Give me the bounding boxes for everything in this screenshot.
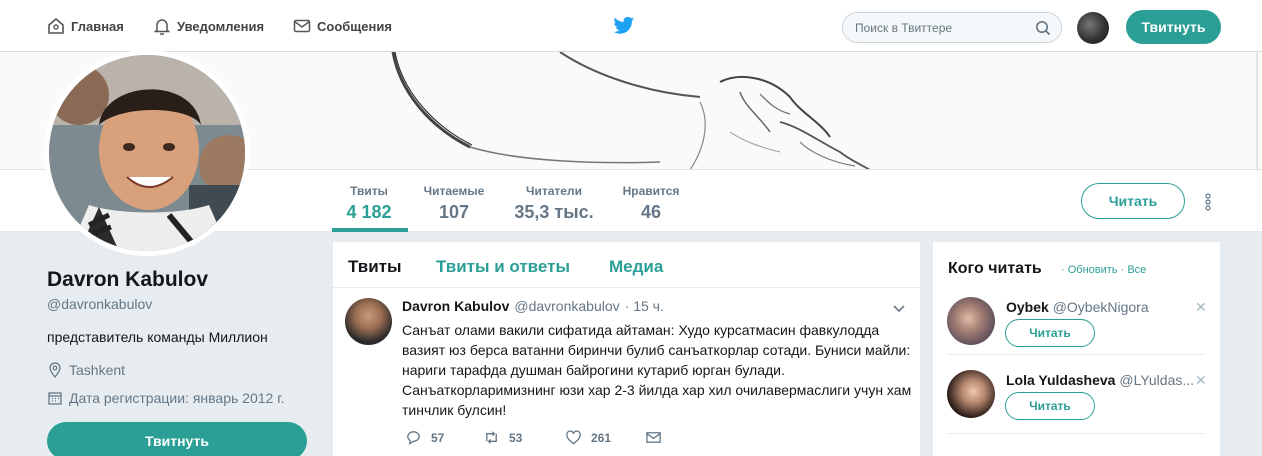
stat-likes-label: Нравится [622, 184, 680, 198]
who-to-follow-title: Кого читать [948, 260, 1042, 277]
tweet-author-name[interactable]: Davron Kabulov [402, 298, 509, 314]
calendar-icon [48, 392, 62, 405]
tweet-author-avatar[interactable] [345, 298, 392, 345]
profile-location-text: Tashkent [69, 362, 126, 378]
stat-following-label: Читаемые [423, 184, 485, 198]
stat-likes[interactable]: Нравится 46 [617, 184, 685, 223]
dismiss-icon[interactable]: ✕ [1195, 372, 1207, 389]
suggested-user-avatar[interactable] [947, 297, 995, 345]
view-all-link[interactable]: Все [1127, 264, 1146, 276]
reply-count: 57 [431, 430, 445, 445]
reply-action[interactable]: 57 [405, 429, 483, 446]
home-icon [48, 17, 64, 34]
search-box[interactable] [842, 12, 1062, 43]
profile-bio: представитель команды Миллион [47, 329, 268, 345]
who-to-follow-links: · Обновить · Все [1061, 264, 1147, 276]
suggested-user-name-line[interactable]: Lola Yuldasheva @LYuldas... [1006, 372, 1194, 388]
tweet-actions: 57 53 261 [405, 429, 662, 446]
nav-notifications[interactable]: Уведомления [153, 17, 264, 35]
tweet-header: Davron Kabulov @davronkabulov · 15 ч. [402, 298, 664, 314]
suggested-user: Lola Yuldasheva @LYuldas... Читать ✕ [933, 370, 1220, 442]
stat-likes-value: 46 [640, 202, 662, 222]
search-icon[interactable] [1035, 20, 1051, 36]
profile-joined-text: Дата регистрации: январь 2012 г. [69, 390, 285, 406]
direct-message-action[interactable] [645, 429, 662, 446]
tweet-text: Санъат олами вакили сифатида айтаман: Ху… [402, 322, 912, 418]
compose-tweet-button[interactable]: Твитнуть [1126, 10, 1221, 44]
twitter-bird-icon[interactable] [613, 16, 635, 36]
like-count: 261 [591, 430, 612, 445]
top-nav: Главная Уведомления Сообщения Твитнуть [0, 0, 1262, 52]
suggested-user-avatar[interactable] [947, 370, 995, 418]
nav-home[interactable]: Главная [47, 17, 124, 35]
who-to-follow: Кого читать · Обновить · Все Oybek @Oybe… [933, 242, 1220, 456]
stat-followers[interactable]: Читатели 35,3 тыс. [508, 184, 600, 223]
follow-suggested-button[interactable]: Читать [1005, 319, 1095, 347]
divider [947, 433, 1205, 434]
profile-name: Davron Kabulov [47, 268, 209, 291]
tab-tweets[interactable]: Твиты [348, 257, 401, 277]
profile-photo-image [49, 55, 245, 251]
search-input[interactable] [855, 20, 1025, 35]
timeline: Твиты Твиты и ответы Медиа Davron Kabulo… [333, 242, 920, 456]
tweet-time[interactable]: · 15 ч. [625, 298, 664, 314]
suggested-user-name: Oybek [1006, 299, 1049, 315]
chevron-down-icon[interactable] [891, 300, 907, 316]
more-options-icon[interactable] [1203, 192, 1213, 212]
tweet-item[interactable]: Davron Kabulov @davronkabulov · 15 ч. Са… [333, 288, 920, 456]
active-stat-indicator [332, 228, 408, 232]
tab-tweets-and-replies[interactable]: Твиты и ответы [436, 257, 570, 277]
like-action[interactable]: 261 [565, 429, 645, 446]
heart-icon [566, 430, 581, 445]
nav-home-label: Главная [71, 18, 124, 34]
follow-button[interactable]: Читать [1081, 183, 1185, 219]
dismiss-icon[interactable]: ✕ [1195, 299, 1207, 316]
stat-tweets[interactable]: Твиты 4 182 [337, 184, 401, 223]
follow-suggested-button[interactable]: Читать [1005, 392, 1095, 420]
tweet-author-handle[interactable]: @davronkabulov [514, 298, 619, 314]
envelope-icon [293, 19, 311, 33]
suggested-user-name: Lola Yuldasheva [1006, 372, 1116, 388]
stat-tweets-label: Твиты [350, 184, 388, 198]
profile-avatar[interactable] [44, 50, 250, 256]
profile-tweet-button[interactable]: Твитнуть [47, 422, 307, 456]
bell-icon [153, 19, 171, 35]
envelope-icon [646, 432, 661, 443]
location-pin-icon [49, 362, 61, 378]
nav-messages[interactable]: Сообщения [293, 17, 392, 35]
refresh-link[interactable]: Обновить [1068, 264, 1118, 276]
suggested-user-handle: @OybekNigora [1052, 299, 1149, 315]
suggested-user-handle: @LYuldas... [1119, 372, 1195, 388]
divider [947, 354, 1205, 355]
tab-media[interactable]: Медиа [609, 257, 663, 277]
account-avatar[interactable] [1077, 12, 1109, 44]
timeline-tabs: Твиты Твиты и ответы Медиа [333, 242, 920, 288]
retweet-action[interactable]: 53 [483, 429, 565, 446]
stat-followers-label: Читатели [526, 184, 582, 198]
stat-following-value: 107 [438, 202, 470, 222]
nav-messages-label: Сообщения [317, 18, 392, 34]
profile-handle[interactable]: @davronkabulov [47, 296, 152, 312]
suggested-user: Oybek @OybekNigora Читать ✕ [933, 297, 1220, 369]
reply-icon [407, 431, 420, 445]
profile-location: Tashkent [47, 362, 125, 378]
suggested-user-name-line[interactable]: Oybek @OybekNigora [1006, 299, 1149, 315]
stat-followers-value: 35,3 тыс. [514, 202, 594, 222]
retweet-icon [486, 431, 497, 444]
profile-joined: Дата регистрации: январь 2012 г. [47, 390, 284, 406]
nav-notifications-label: Уведомления [177, 18, 265, 34]
retweet-count: 53 [509, 430, 523, 445]
stat-tweets-value: 4 182 [346, 202, 392, 222]
stat-following[interactable]: Читаемые 107 [419, 184, 489, 223]
